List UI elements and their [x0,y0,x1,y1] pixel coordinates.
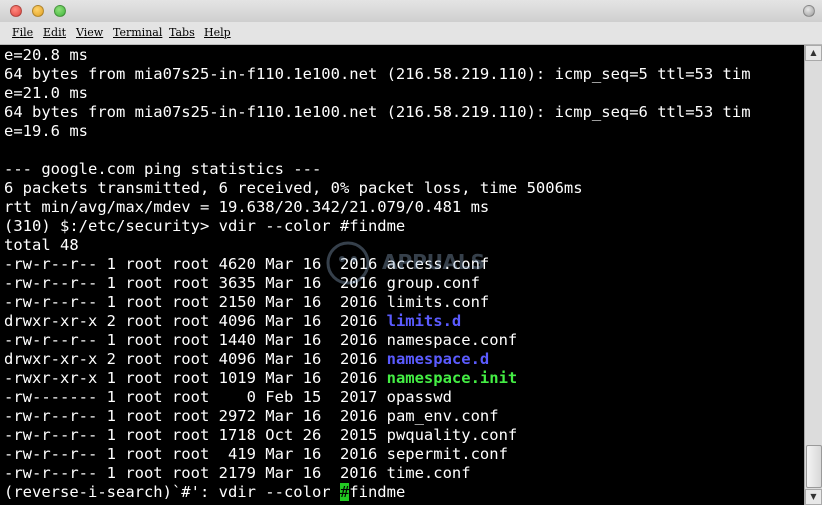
menu-edit[interactable]: Edit [43,26,66,39]
menu-file-label: ile [19,26,34,39]
text-cursor: # [339,483,350,501]
file-name: opasswd [386,388,452,406]
title-bar[interactable] [0,0,822,23]
output-line: e=20.8 ms [4,46,88,64]
file-name: pam_env.conf [386,407,499,425]
window-options-button[interactable] [803,5,815,17]
output-line: e=19.6 ms [4,122,88,140]
terminal-window: File Edit View Terminal Tabs Help e=20.8… [0,0,822,505]
search-prefix: (reverse-i-search)`#': vdir --color [4,483,340,501]
menu-edit-mnemonic: E [43,26,52,39]
terminal-output[interactable]: e=20.8 ms 64 bytes from mia07s25-in-f110… [0,45,804,505]
listing-row: -rwxr-xr-x 1 root root 1019 Mar 16 2016 … [4,369,517,388]
file-name: group.conf [386,274,480,292]
file-name: time.conf [386,464,471,482]
menu-terminal-label: erminal [119,26,163,39]
output-line: --- google.com ping statistics --- [4,160,322,178]
scroll-down-arrow-icon[interactable]: ▼ [805,489,822,505]
menu-view-label: iew [83,26,104,39]
file-name: sepermit.conf [386,445,508,463]
menu-help[interactable]: Help [204,26,231,39]
file-meta: drwxr-xr-x 2 root root 4096 Mar 16 2016 [4,312,387,330]
directory-name: limits.d [386,312,462,330]
menu-file[interactable]: File [12,26,33,39]
minimize-window-button[interactable] [32,5,44,17]
directory-name: namespace.d [386,350,490,368]
output-line: 6 packets transmitted, 6 received, 0% pa… [4,179,583,197]
maximize-window-button[interactable] [54,5,66,17]
file-meta: -rw------- 1 root root 0 Feb 15 2017 [4,388,387,406]
file-meta: -rw-r--r-- 1 root root 1718 Oct 26 2015 [4,426,387,444]
menu-view-mnemonic: V [76,26,84,39]
listing-row: -rw-r--r-- 1 root root 2972 Mar 16 2016 … [4,407,499,426]
listing-row: -rw-r--r-- 1 root root 4620 Mar 16 2016 … [4,255,489,274]
menu-terminal[interactable]: Terminal [113,26,162,39]
output-line: e=21.0 ms [4,84,88,102]
vertical-scrollbar[interactable]: ▲ ▼ [804,45,822,505]
close-window-button[interactable] [10,5,22,17]
output-line: rtt min/avg/max/mdev = 19.638/20.342/21.… [4,198,490,216]
output-line: 64 bytes from mia07s25-in-f110.1e100.net… [4,103,751,121]
file-meta: -rw-r--r-- 1 root root 2972 Mar 16 2016 [4,407,387,425]
prompt-line: (310) $:/etc/security> vdir --color #fin… [4,217,406,235]
listing-row: -rw-r--r-- 1 root root 3635 Mar 16 2016 … [4,274,480,293]
menu-view[interactable]: View [76,26,103,39]
file-name: access.conf [386,255,490,273]
file-meta: -rw-r--r-- 1 root root 1440 Mar 16 2016 [4,331,387,349]
output-line: 64 bytes from mia07s25-in-f110.1e100.net… [4,65,751,83]
file-meta: -rw-r--r-- 1 root root 419 Mar 16 2016 [4,445,387,463]
menu-help-mnemonic: H [204,26,214,39]
listing-row: -rw-r--r-- 1 root root 2150 Mar 16 2016 … [4,293,489,312]
menu-tabs[interactable]: Tabs [169,26,195,39]
menu-file-mnemonic: F [12,26,20,39]
listing-row: -rw-r--r-- 1 root root 1718 Oct 26 2015 … [4,426,517,445]
search-suffix: findme [349,483,406,501]
executable-name: namespace.init [386,369,518,387]
listing-row: drwxr-xr-x 2 root root 4096 Mar 16 2016 … [4,350,489,369]
menu-edit-label: dit [51,26,67,39]
file-meta: drwxr-xr-x 2 root root 4096 Mar 16 2016 [4,350,387,368]
file-name: pwquality.conf [386,426,518,444]
file-meta: -rw-r--r-- 1 root root 2150 Mar 16 2016 [4,293,387,311]
scrollbar-thumb[interactable] [806,445,822,488]
menu-tabs-label: abs [175,26,195,39]
scroll-up-arrow-icon[interactable]: ▲ [805,45,822,61]
output-line: total 48 [4,236,79,254]
file-name: namespace.conf [386,331,518,349]
listing-row: -rw------- 1 root root 0 Feb 15 2017 opa… [4,388,452,407]
listing-row: -rw-r--r-- 1 root root 1440 Mar 16 2016 … [4,331,517,350]
file-meta: -rw-r--r-- 1 root root 3635 Mar 16 2016 [4,274,387,292]
listing-row: -rw-r--r-- 1 root root 2179 Mar 16 2016 … [4,464,471,483]
file-meta: -rw-r--r-- 1 root root 2179 Mar 16 2016 [4,464,387,482]
file-name: limits.conf [386,293,490,311]
listing-row: -rw-r--r-- 1 root root 419 Mar 16 2016 s… [4,445,508,464]
reverse-search-line[interactable]: (reverse-i-search)`#': vdir --color #fin… [4,483,405,502]
menu-help-label: elp [213,26,231,39]
file-meta: -rwxr-xr-x 1 root root 1019 Mar 16 2016 [4,369,387,387]
listing-row: drwxr-xr-x 2 root root 4096 Mar 16 2016 … [4,312,461,331]
file-meta: -rw-r--r-- 1 root root 4620 Mar 16 2016 [4,255,387,273]
menu-bar: File Edit View Terminal Tabs Help [0,22,822,45]
